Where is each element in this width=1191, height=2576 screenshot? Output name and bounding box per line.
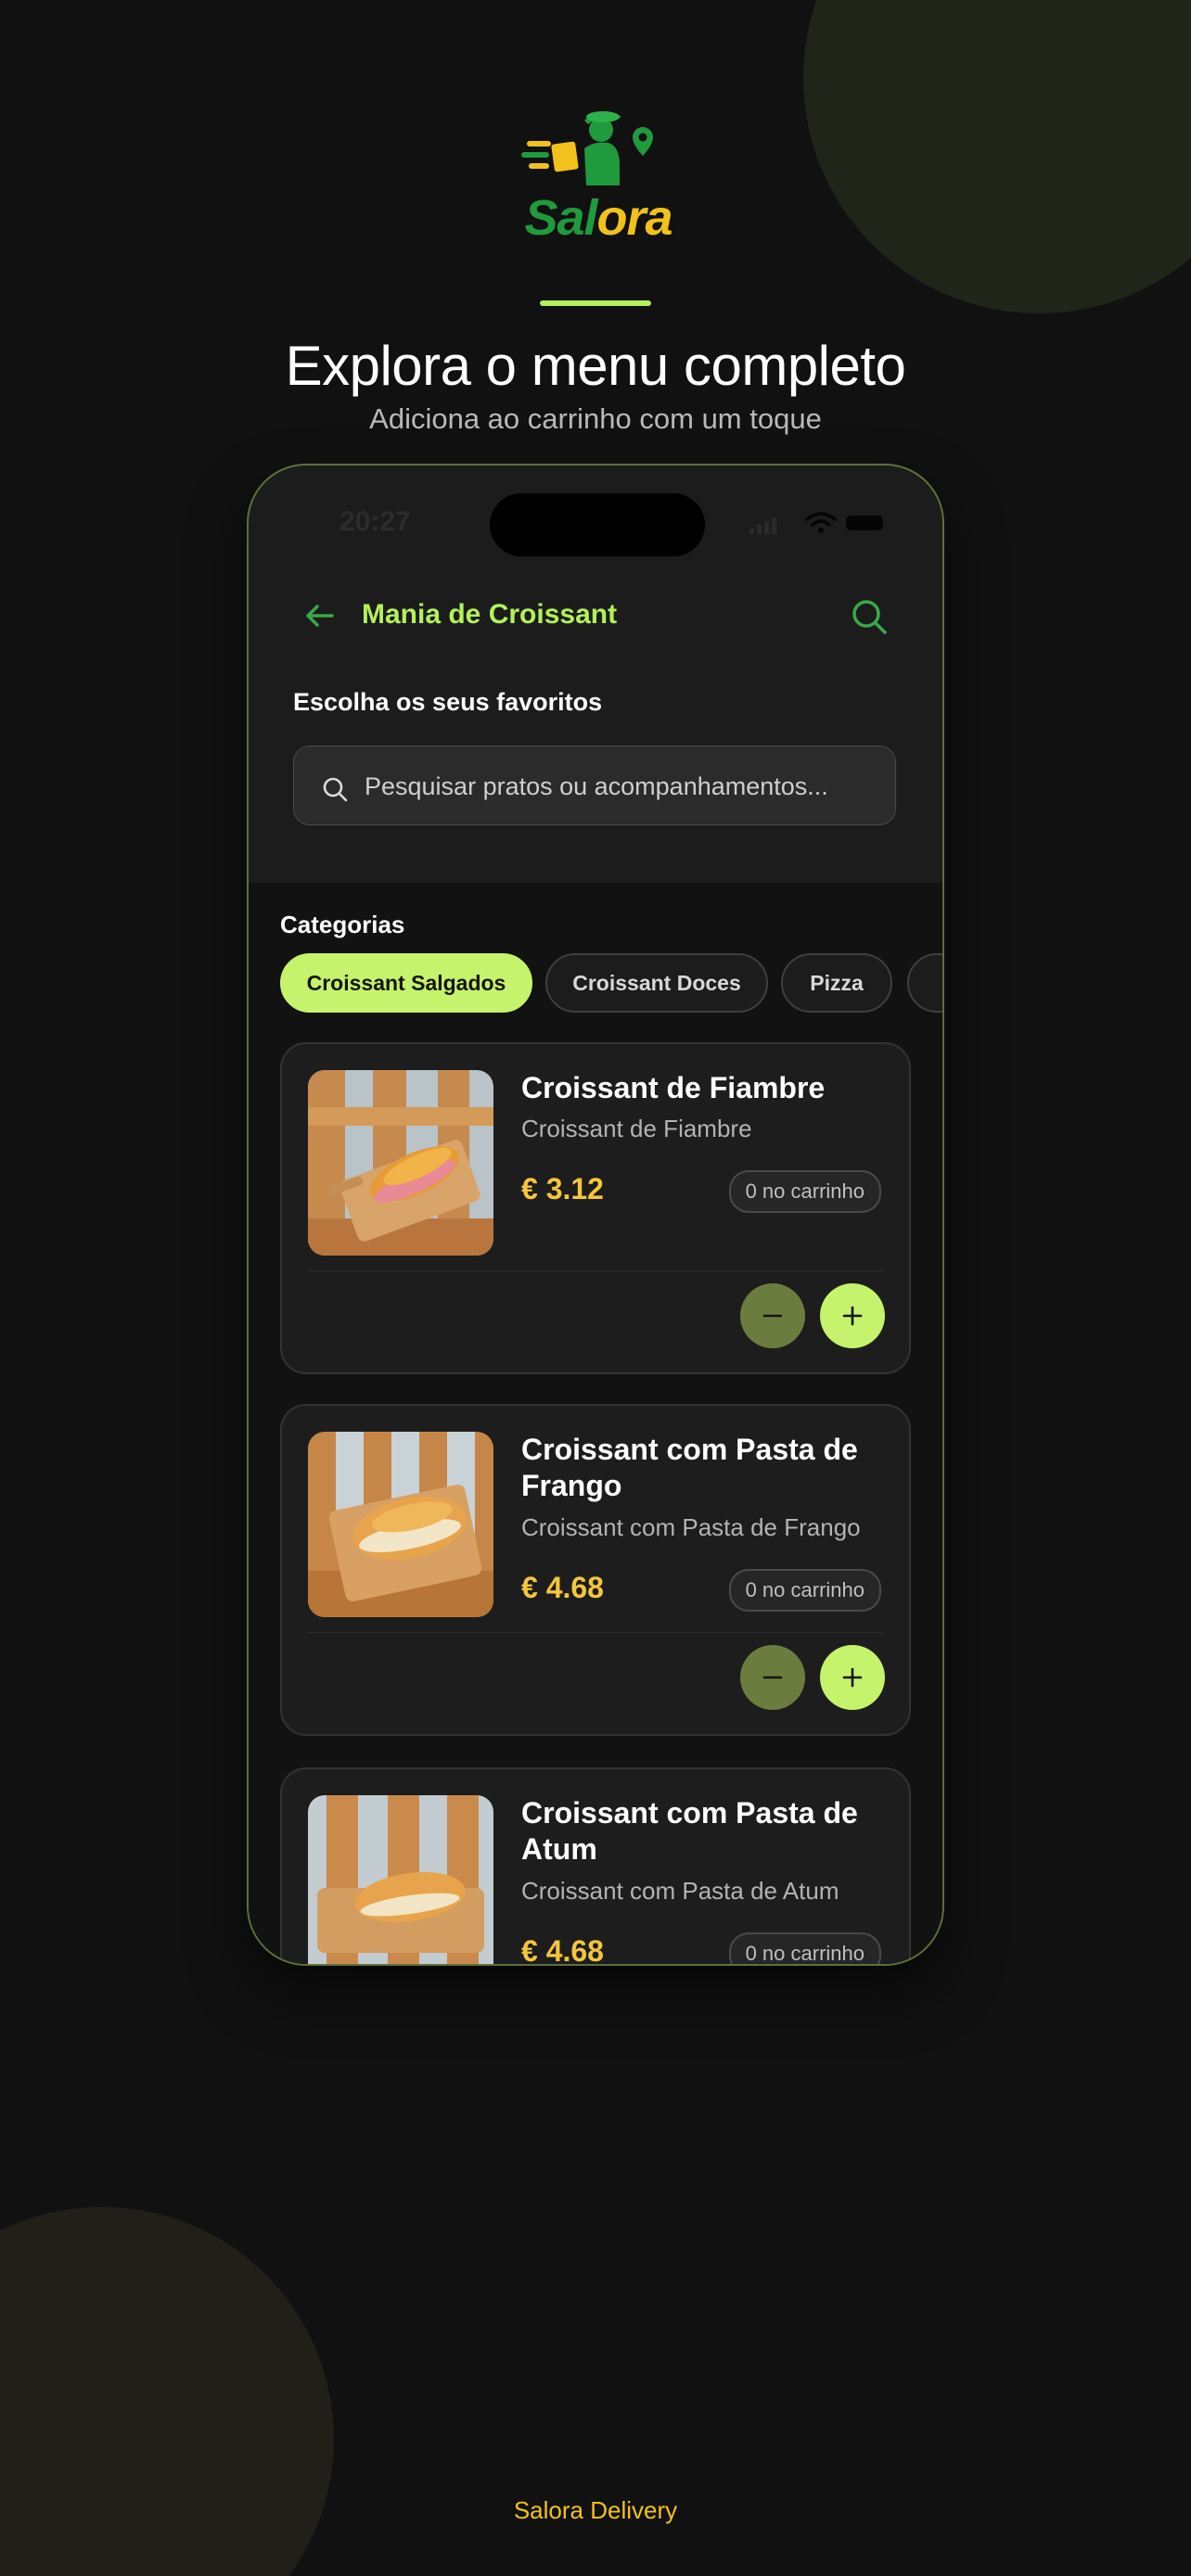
cart-count-badge: 0 no carrinho: [728, 1569, 881, 1612]
arrow-left-icon[interactable]: [301, 597, 338, 634]
plus-icon: [842, 1306, 863, 1326]
search-input[interactable]: [363, 746, 886, 826]
signal-bar-icon: [749, 529, 754, 534]
wifi-icon: [805, 512, 837, 533]
category-chip-croissant-salgados[interactable]: Croissant Salgados: [280, 953, 532, 1013]
signal-bar-icon: [772, 517, 776, 534]
croissant-photo: [308, 1795, 493, 1964]
product-card[interactable]: Croissant com Pasta de Atum Croissant co…: [280, 1767, 911, 1966]
decorative-circle-top-right: [803, 0, 1191, 313]
product-description: Croissant com Pasta de Atum: [521, 1877, 839, 1905]
product-image: [308, 1070, 493, 1256]
product-name: Croissant com Pasta de Frango: [521, 1433, 858, 1502]
search-field[interactable]: [293, 746, 896, 826]
search-icon: [323, 777, 348, 802]
status-icons: [749, 512, 889, 534]
croissant-photo: [308, 1070, 493, 1256]
product-price: € 3.12: [521, 1172, 604, 1205]
store-title: Mania de Croissant: [362, 599, 618, 630]
category-chip-pizza[interactable]: Pizza: [781, 953, 892, 1013]
search-icon[interactable]: [850, 597, 889, 636]
page: Salora Explora o menu completo Adiciona …: [0, 0, 1191, 2576]
increase-quantity-button[interactable]: [820, 1645, 885, 1710]
accent-divider: [540, 300, 651, 306]
categories-heading: Categorias: [280, 911, 405, 938]
product-card[interactable]: Croissant de Fiambre Croissant de Fiambr…: [280, 1042, 911, 1374]
category-chips: Croissant Salgados Croissant Doces Pizza: [280, 953, 942, 1014]
signal-bar-icon: [757, 525, 762, 534]
dynamic-island: [490, 493, 705, 556]
salora-logo: Salora: [519, 100, 677, 249]
minus-icon: [762, 1314, 783, 1318]
decrease-quantity-button[interactable]: [740, 1283, 805, 1348]
category-chip-croissant-doces[interactable]: Croissant Doces: [545, 953, 768, 1013]
delivery-courier-icon: [521, 110, 653, 185]
product-name: Croissant de Fiambre: [521, 1071, 826, 1104]
category-chip-more[interactable]: [907, 953, 942, 1013]
footer-brand: Salora Delivery: [513, 2496, 678, 2524]
phone-mockup: 20:27 Mania de Croissant Escolha os seus…: [247, 464, 944, 1966]
status-time: 20:27: [339, 506, 411, 537]
hero-subtitle: Adiciona ao carrinho com um toque: [369, 402, 822, 435]
hero-title: Explora o menu completo: [285, 335, 906, 397]
card-divider: [308, 1632, 883, 1633]
product-name: Croissant com Pasta de Atum: [521, 1796, 858, 1866]
product-price: € 4.68: [521, 1934, 604, 1966]
product-card[interactable]: Croissant com Pasta de Frango Croissant …: [280, 1404, 911, 1736]
product-description: Croissant com Pasta de Frango: [521, 1513, 861, 1541]
plus-icon: [842, 1667, 863, 1688]
favorites-heading: Escolha os seus favoritos: [293, 688, 603, 716]
product-price: € 4.68: [521, 1571, 604, 1604]
product-description: Croissant de Fiambre: [521, 1115, 752, 1142]
minus-icon: [762, 1676, 783, 1679]
battery-icon: [846, 516, 883, 530]
signal-bar-icon: [764, 521, 769, 534]
product-image: [308, 1432, 493, 1617]
cart-count-badge: 0 no carrinho: [728, 1932, 881, 1964]
croissant-photo: [308, 1432, 493, 1617]
cart-count-badge: 0 no carrinho: [728, 1170, 881, 1213]
product-image: [308, 1795, 493, 1964]
card-divider: [308, 1270, 883, 1271]
logo-wordmark: Salora: [524, 190, 672, 246]
decrease-quantity-button[interactable]: [740, 1645, 805, 1710]
increase-quantity-button[interactable]: [820, 1283, 885, 1348]
